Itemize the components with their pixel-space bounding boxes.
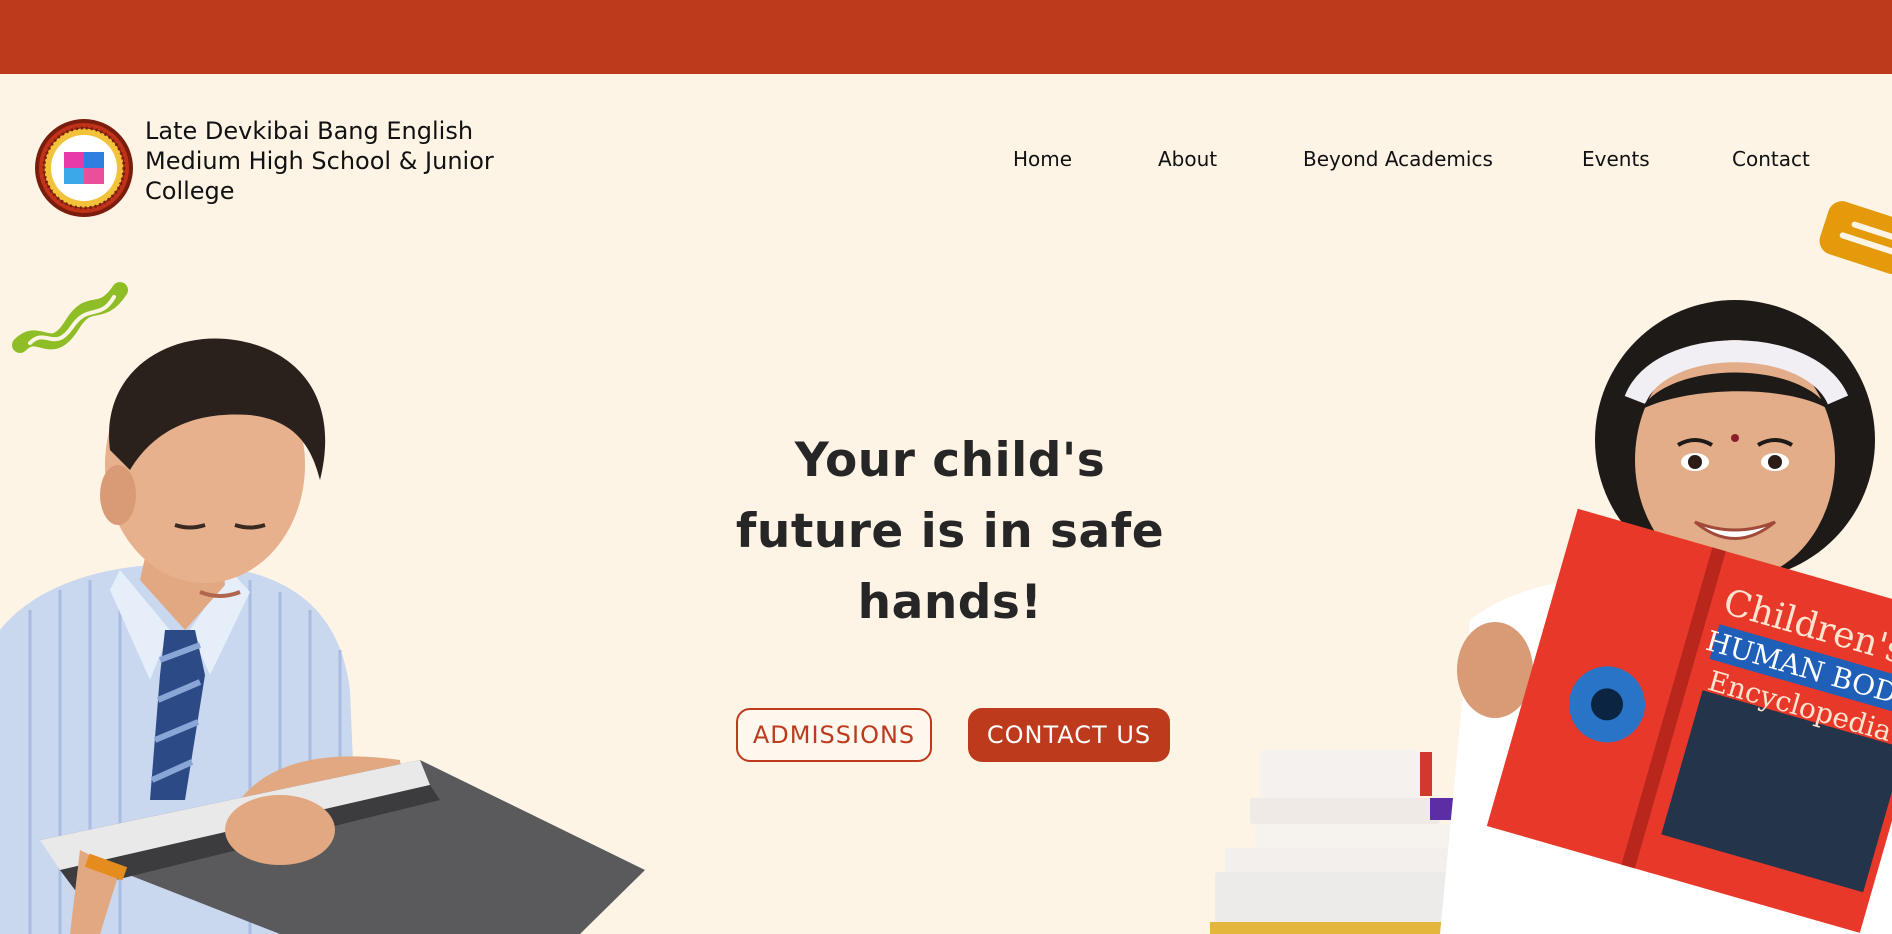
admissions-button[interactable]: ADMISSIONS: [736, 708, 932, 762]
nav-contact[interactable]: Contact: [1732, 146, 1810, 172]
nav-about[interactable]: About: [1158, 146, 1217, 172]
nav-home[interactable]: Home: [1013, 146, 1072, 172]
girl-reading-image: Children's HUMAN BODY Encyclopedia: [1210, 300, 1892, 934]
hero-title: Your child's future is in safe hands!: [720, 425, 1180, 638]
nav-beyond-academics[interactable]: Beyond Academics: [1303, 146, 1493, 172]
orange-shape-icon: [1819, 201, 1892, 275]
main-nav: Home About Beyond Academics Events Conta…: [0, 146, 1892, 172]
hero-title-line1: Your child's: [794, 433, 1106, 488]
top-banner: [0, 0, 1892, 74]
hero-title-line2: future is in safe: [735, 504, 1165, 559]
contact-us-button[interactable]: CONTACT US: [968, 708, 1170, 762]
boy-reading-image: [0, 338, 645, 934]
nav-events[interactable]: Events: [1582, 146, 1650, 172]
hero-title-line3: hands!: [857, 575, 1043, 630]
